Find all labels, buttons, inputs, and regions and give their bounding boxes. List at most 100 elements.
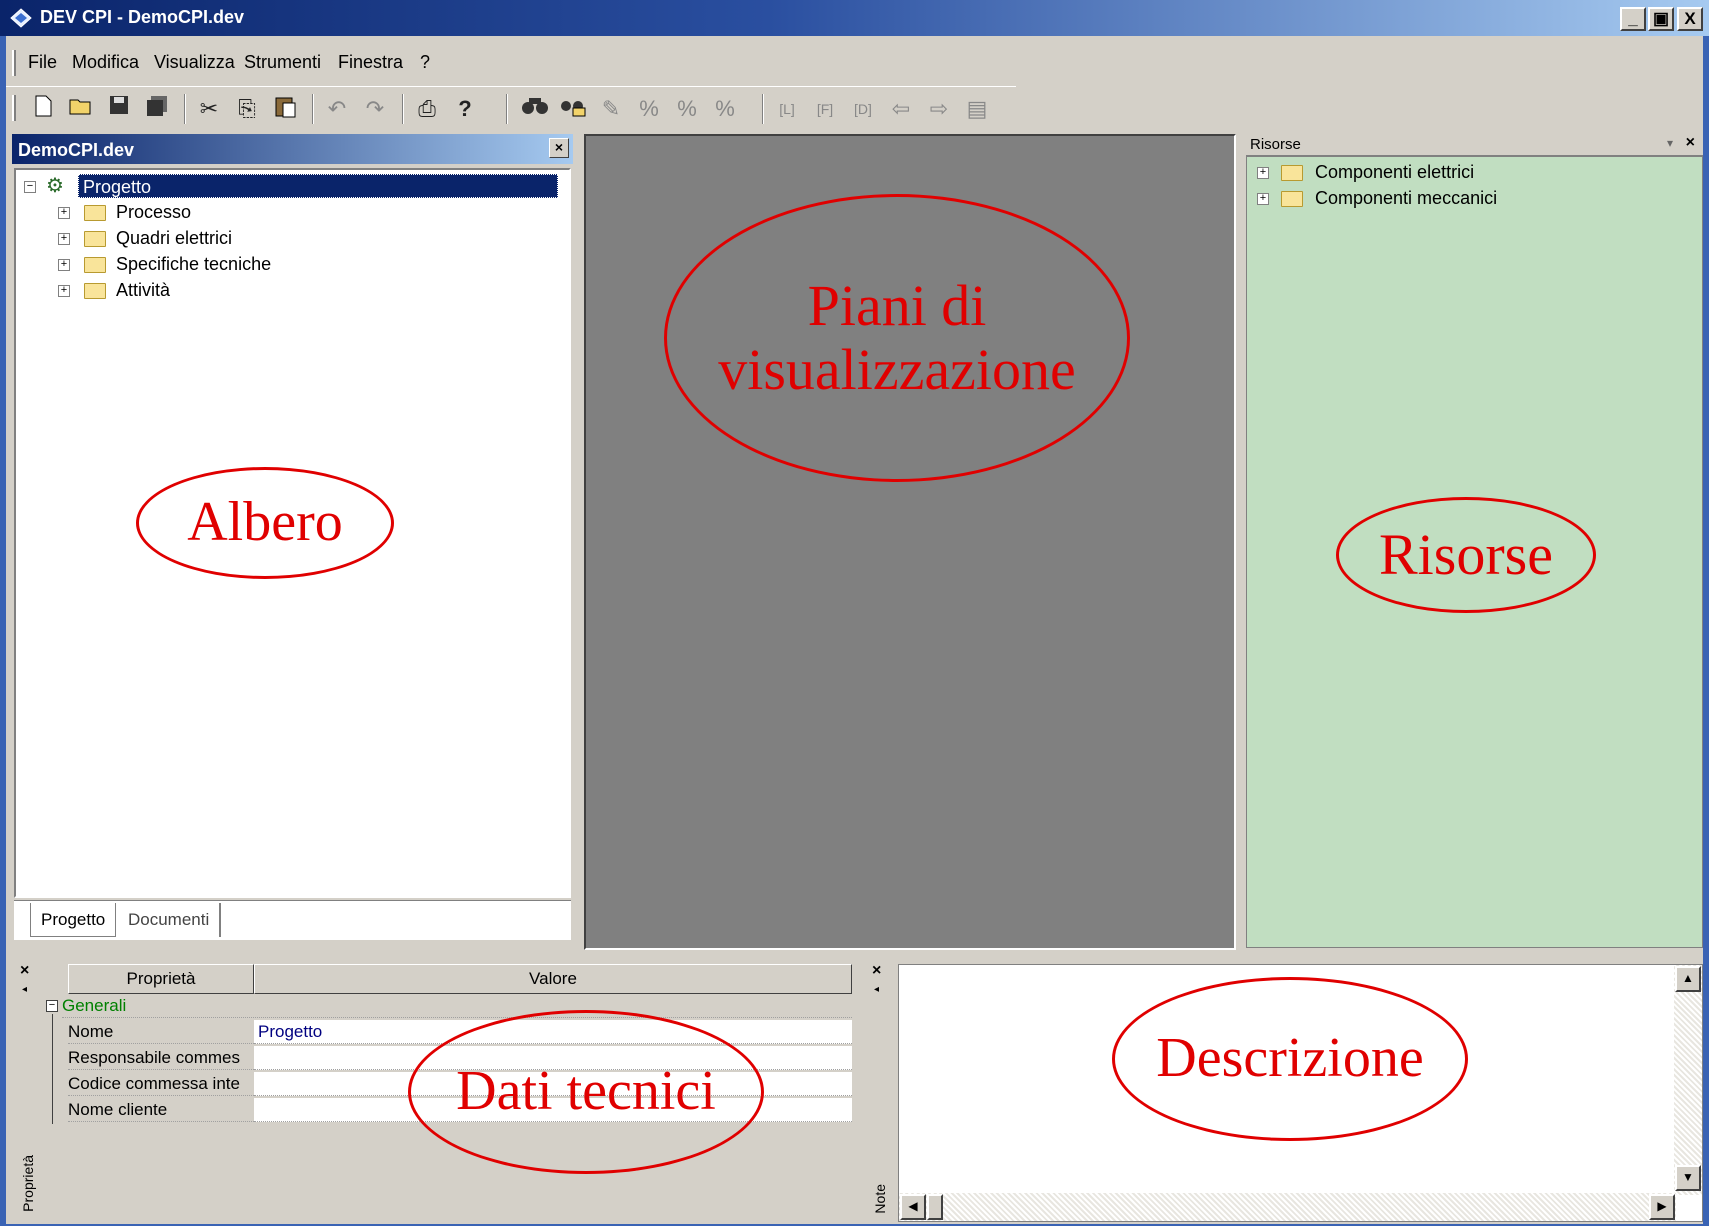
annotation-descrizione: Descrizione (1112, 977, 1468, 1141)
annotation-dati-tecnici: Dati tecnici (408, 1010, 764, 1174)
paste-icon[interactable] (270, 94, 300, 124)
tool-c-icon[interactable]: % (672, 94, 702, 124)
tool-a-icon[interactable]: ✎ (596, 94, 626, 124)
restore-button[interactable]: ▣ (1648, 7, 1674, 31)
expand-icon[interactable]: + (58, 285, 70, 297)
resources-panel-header: Risorse ▾ × (1246, 134, 1703, 156)
vertical-scrollbar[interactable] (1674, 965, 1702, 1195)
folder-icon (1281, 165, 1303, 181)
folder-icon (84, 205, 106, 221)
scroll-up-button[interactable]: ▲ (1675, 966, 1701, 992)
toolbar: ✂ ⎘ ↶ ↷ ⎙ ? ✎ % % % [L] [F] [D] ⇦ ⇨ ▤ (6, 86, 1016, 130)
toolbar-separator (312, 94, 314, 124)
tree-node-attivita[interactable]: Attività (116, 278, 170, 302)
resource-componenti-meccanici[interactable]: Componenti meccanici (1315, 186, 1497, 210)
column-header-valore[interactable]: Valore (254, 964, 852, 994)
toolbar-separator (762, 94, 764, 124)
forward-icon[interactable]: ⇨ (924, 94, 954, 124)
expand-icon[interactable]: + (1257, 193, 1269, 205)
scroll-right-button[interactable]: ▶ (1649, 1194, 1675, 1220)
menu-modifica[interactable]: Modifica (72, 52, 139, 73)
tool-b-icon[interactable]: % (634, 94, 664, 124)
folder-icon (1281, 191, 1303, 207)
new-document-icon[interactable] (28, 94, 58, 124)
f-icon[interactable]: [F] (810, 94, 840, 124)
undo-icon[interactable]: ↶ (322, 94, 352, 124)
expand-icon[interactable]: + (58, 233, 70, 245)
tree-node-quadri-elettrici[interactable]: Quadri elettrici (116, 226, 232, 250)
property-name[interactable]: Nome (68, 1020, 254, 1044)
properties-close-icon[interactable]: × (20, 962, 29, 980)
scroll-left-button[interactable]: ◀ (900, 1194, 926, 1220)
menu-help[interactable]: ? (420, 52, 430, 73)
resource-componenti-elettrici[interactable]: Componenti elettrici (1315, 160, 1474, 184)
tree-panel-title: DemoCPI.dev (18, 140, 135, 160)
d-icon[interactable]: [D] (848, 94, 878, 124)
scroll-down-button[interactable]: ▼ (1675, 1165, 1701, 1191)
cut-icon[interactable]: ✂ (194, 94, 224, 124)
notes-side-label: Note (872, 1184, 888, 1214)
properties-side-label: Proprietà (20, 1155, 36, 1212)
save-all-icon[interactable] (142, 94, 172, 124)
property-name[interactable]: Responsabile commes (68, 1046, 254, 1070)
save-icon[interactable] (104, 94, 134, 124)
toolbar-grip[interactable] (12, 95, 16, 121)
l-icon[interactable]: [L] (772, 94, 802, 124)
expand-icon[interactable]: + (1257, 167, 1269, 179)
toolbar-separator (402, 94, 404, 124)
print-icon[interactable]: ⎙ (412, 94, 442, 124)
notes-close-icon[interactable]: × (872, 962, 881, 980)
toolbar-separator (506, 94, 508, 124)
expand-icon[interactable]: + (58, 207, 70, 219)
find-icon[interactable] (520, 94, 550, 124)
property-name[interactable]: Codice commessa inte (68, 1072, 254, 1096)
redo-icon[interactable]: ↷ (360, 94, 390, 124)
properties-icon[interactable]: ▤ (962, 94, 992, 124)
pin-icon[interactable]: ▾ (1667, 136, 1673, 150)
column-header-proprieta[interactable]: Proprietà (68, 964, 254, 994)
properties-side-strip: × ◂ Proprietà (12, 960, 44, 1224)
expand-icon[interactable]: + (58, 259, 70, 271)
close-button[interactable]: X (1677, 7, 1703, 31)
tree-panel-header: DemoCPI.dev × (12, 134, 573, 164)
menu-file[interactable]: File (28, 52, 57, 73)
menu-visualizza[interactable]: Visualizza (154, 52, 235, 73)
toolbar-separator (184, 94, 186, 124)
window-title: DEV CPI - DemoCPI.dev (40, 7, 245, 27)
folder-icon (84, 231, 106, 247)
tab-documenti[interactable]: Documenti (118, 903, 222, 937)
scroll-thumb[interactable] (927, 1194, 943, 1220)
tree-node-progetto[interactable]: Progetto (78, 174, 558, 198)
open-folder-icon[interactable] (66, 94, 96, 124)
property-name[interactable]: Nome cliente (68, 1098, 254, 1122)
group-generali[interactable]: Generali (62, 994, 852, 1018)
tree-tab-strip: Progetto Documenti (14, 900, 571, 940)
tree-node-specifiche-tecniche[interactable]: Specifiche tecniche (116, 252, 271, 276)
resources-panel-title: Risorse (1250, 136, 1301, 153)
annotation-piani-di-visualizzazione: Piani di visualizzazione (664, 194, 1130, 482)
app-diamond-icon (10, 8, 32, 28)
annotation-albero: Albero (136, 467, 394, 579)
horizontal-scrollbar[interactable] (899, 1193, 1676, 1221)
tab-progetto[interactable]: Progetto (30, 903, 117, 937)
tool-d-icon[interactable]: % (710, 94, 740, 124)
menu-finestra[interactable]: Finestra (338, 52, 403, 73)
title-bar[interactable]: DEV CPI - DemoCPI.dev _ ▣ X (0, 0, 1709, 36)
folder-icon (84, 283, 106, 299)
minimize-button[interactable]: _ (1620, 7, 1646, 31)
menu-strumenti[interactable]: Strumenti (244, 52, 321, 73)
back-icon[interactable]: ⇦ (886, 94, 916, 124)
folder-icon (84, 257, 106, 273)
copy-icon[interactable]: ⎘ (232, 94, 262, 124)
help-icon[interactable]: ? (450, 94, 480, 124)
collapse-icon[interactable]: − (24, 181, 36, 193)
tree-close-icon[interactable]: × (549, 138, 569, 158)
notes-pin-icon[interactable]: ◂ (874, 984, 879, 995)
properties-pin-icon[interactable]: ◂ (22, 984, 27, 995)
find-replace-icon[interactable] (558, 94, 588, 124)
menu-grip[interactable] (12, 50, 16, 76)
tree-node-processo[interactable]: Processo (116, 200, 191, 224)
collapse-icon[interactable]: − (46, 1000, 58, 1012)
resources-close-icon[interactable]: × (1686, 134, 1695, 152)
annotation-risorse: Risorse (1336, 497, 1596, 613)
